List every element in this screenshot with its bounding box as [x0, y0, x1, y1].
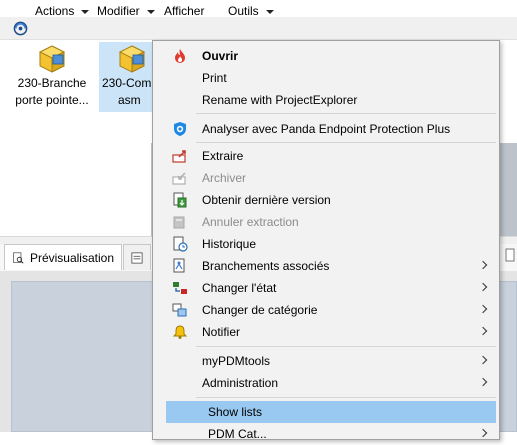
menu-item-label: Archiver [202, 171, 247, 185]
change-state-icon [172, 280, 188, 296]
panda-shield-icon [172, 121, 188, 137]
menu-item-label: Historique [202, 237, 257, 251]
pdm-app-icon[interactable] [13, 21, 28, 36]
file-name-line1: 230-Branche [17, 76, 87, 90]
branch-icon [172, 258, 188, 274]
menu-item-mypdmtools[interactable]: myPDMtools [166, 350, 496, 372]
menu-item-print[interactable]: Print [166, 67, 496, 89]
submenu-arrow-icon [478, 282, 488, 292]
menu-item-rename[interactable]: Rename with ProjectExplorer [166, 89, 496, 111]
menu-item-label: Administration [202, 376, 279, 390]
history-icon [172, 236, 188, 252]
preview-icon [13, 251, 24, 264]
menu-item-label: Notifier [202, 325, 241, 339]
menu-modifier[interactable]: Modifier [97, 3, 155, 19]
menu-actions-label: Actions [35, 4, 75, 18]
tab-previsualisation-label: Prévisualisation [29, 250, 114, 265]
menu-actions[interactable]: Actions [35, 3, 90, 19]
menu-separator [196, 142, 496, 143]
menu-item-ouvrir[interactable]: Ouvrir [166, 45, 496, 67]
menu-outils-label: Outils [228, 4, 259, 18]
menu-item-show-lists[interactable]: Show lists [166, 401, 496, 423]
file-item[interactable]: 230-Branche porte pointe... [8, 42, 96, 112]
menu-item-label: myPDMtools [202, 354, 271, 368]
tab-previsualisation[interactable]: Prévisualisation [4, 244, 122, 270]
menu-item-obtenir-derniere-version[interactable]: Obtenir dernière version [166, 189, 496, 211]
tab-data-card[interactable] [123, 244, 151, 270]
assembly-file-icon [118, 45, 146, 73]
menu-item-label: Changer de catégorie [202, 303, 318, 317]
overflow-tab-icon[interactable] [505, 248, 515, 262]
menu-item-label: Ouvrir [202, 49, 239, 63]
file-name-line2: porte pointe... [15, 93, 89, 107]
menu-item-label: Analyser avec Panda Endpoint Protection … [202, 122, 451, 136]
menu-item-label: PDM Cat... [208, 427, 267, 441]
undo-checkout-icon [172, 214, 188, 230]
check-in-icon [172, 170, 188, 186]
open-icon [172, 48, 188, 64]
menu-item-label: Annuler extraction [202, 215, 299, 229]
menu-item-notifier[interactable]: Notifier [166, 321, 496, 343]
menu-item-branchements-associes[interactable]: Branchements associés [166, 255, 496, 277]
menu-item-label: Changer l'état [202, 281, 277, 295]
menu-item-label: Obtenir dernière version [202, 193, 331, 207]
menu-item-panda-scan[interactable]: Analyser avec Panda Endpoint Protection … [166, 118, 496, 140]
assembly-file-icon [38, 45, 66, 73]
menu-item-pdm-cat[interactable]: PDM Cat... [166, 423, 496, 445]
change-category-icon [172, 302, 188, 318]
menu-item-label: Branchements associés [202, 259, 330, 273]
menu-outils[interactable]: Outils [228, 3, 274, 19]
menu-item-label: Show lists [208, 405, 263, 419]
submenu-arrow-icon [478, 260, 488, 270]
menu-separator [196, 346, 496, 347]
check-out-icon [172, 148, 188, 164]
menu-afficher[interactable]: Afficher [164, 3, 204, 19]
menu-item-changer-categorie[interactable]: Changer de catégorie [166, 299, 496, 321]
menu-item-administration[interactable]: Administration [166, 372, 496, 394]
submenu-arrow-icon [478, 428, 488, 438]
chevron-down-icon [265, 9, 274, 14]
menu-bar [0, 17, 517, 40]
menu-item-historique[interactable]: Historique [166, 233, 496, 255]
chevron-down-icon [146, 9, 155, 14]
submenu-arrow-icon [478, 355, 488, 365]
menu-item-label: Print [202, 71, 227, 85]
menu-afficher-label: Afficher [164, 4, 205, 18]
menu-item-changer-etat[interactable]: Changer l'état [166, 277, 496, 299]
chevron-down-icon [81, 9, 90, 14]
menu-item-annuler-extraction[interactable]: Annuler extraction [166, 211, 496, 233]
menu-item-extraire[interactable]: Extraire [166, 145, 496, 167]
menu-item-label: Rename with ProjectExplorer [202, 93, 358, 107]
menu-modifier-label: Modifier [97, 4, 140, 18]
submenu-arrow-icon [478, 326, 488, 336]
menu-separator [196, 397, 496, 398]
bell-icon [172, 324, 188, 340]
get-latest-icon [172, 192, 188, 208]
submenu-arrow-icon [478, 377, 488, 387]
data-card-icon [131, 251, 143, 264]
submenu-arrow-icon [478, 304, 488, 314]
menu-item-archiver[interactable]: Archiver [166, 167, 496, 189]
menu-separator [196, 113, 496, 114]
menu-item-label: Extraire [202, 149, 244, 163]
